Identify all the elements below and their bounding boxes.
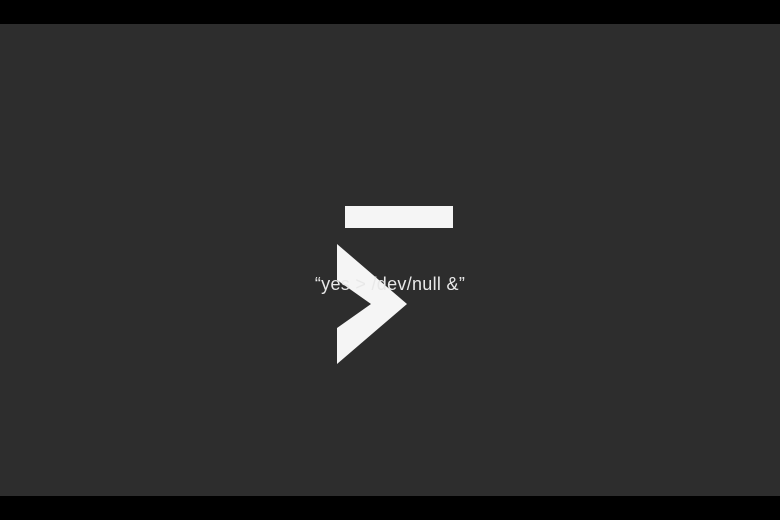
underscore-cursor-icon: [345, 206, 453, 228]
letterbox-bottom: [0, 496, 780, 520]
letterbox-top: [0, 0, 780, 24]
main-content: “yes > /dev/null &”: [0, 24, 780, 496]
caption-text: “yes > /dev/null &”: [315, 274, 465, 295]
terminal-prompt-icon: [327, 206, 453, 234]
